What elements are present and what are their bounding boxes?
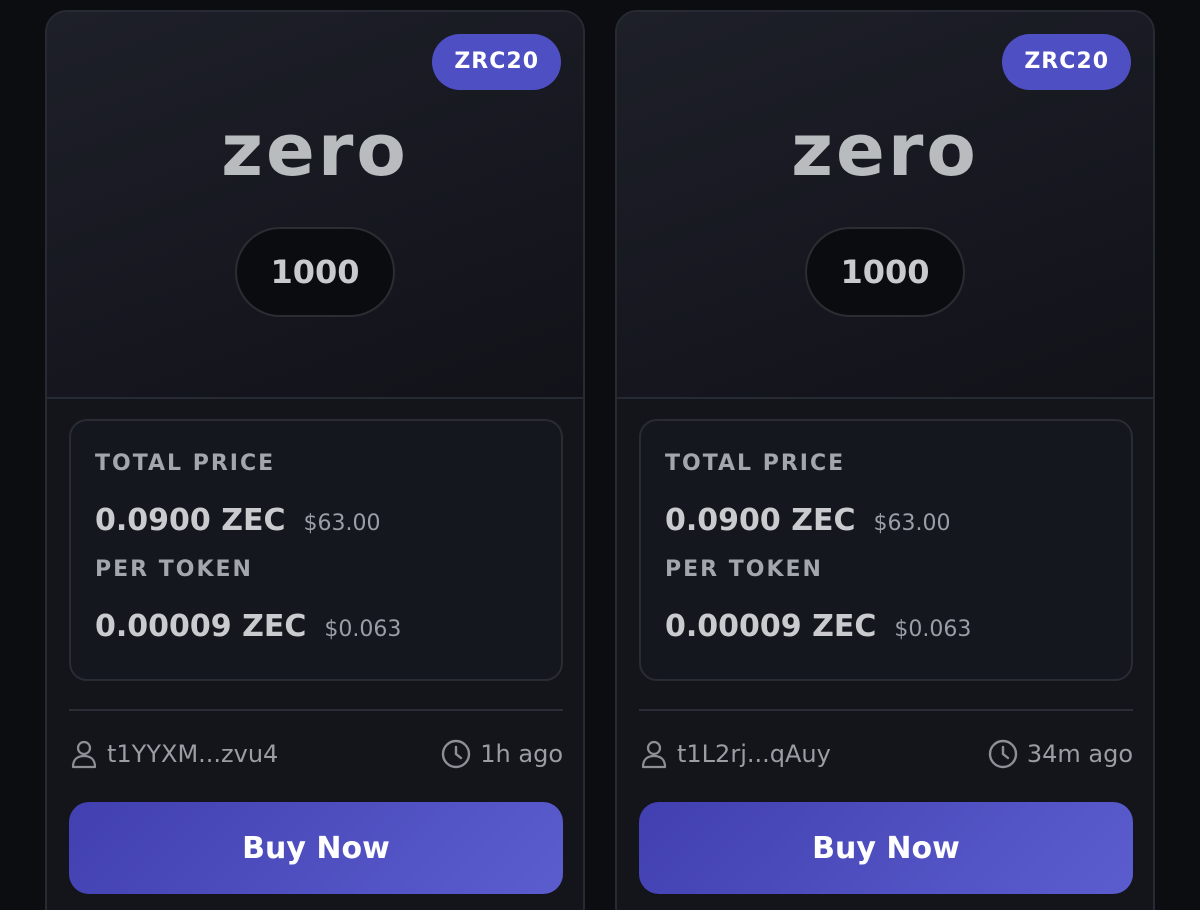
per-token-zec: 0.00009 ZEC [665,609,877,644]
token-standard-badge: ZRC20 [1002,34,1131,90]
seller-address-text: t1L2rj...qAuy [677,740,831,768]
listing-grid: ZRC20 zero 1000 TOTAL PRICE 0.0900 ZEC $… [0,0,1200,910]
listed-time-text: 34m ago [1026,740,1133,768]
price-panel: TOTAL PRICE 0.0900 ZEC $63.00 PER TOKEN … [69,419,563,681]
buy-now-button[interactable]: Buy Now [639,802,1133,894]
total-price-zec: 0.0900 ZEC [665,503,856,538]
per-token-usd: $0.063 [324,617,402,642]
buy-now-button[interactable]: Buy Now [69,802,563,894]
token-preview: ZRC20 zero 1000 [47,12,583,399]
token-amount: 1000 [235,227,395,317]
token-ticker: zero [791,108,979,192]
total-price-label: TOTAL PRICE [95,451,276,476]
per-token-label: PER TOKEN [95,557,253,582]
user-icon [639,739,669,769]
listed-time: 1h ago [440,734,563,774]
clock-icon [987,738,1019,770]
total-price-usd: $63.00 [873,511,951,536]
divider [639,709,1133,711]
per-token-row: 0.00009 ZEC $0.063 [95,609,401,644]
listing-card[interactable]: ZRC20 zero 1000 TOTAL PRICE 0.0900 ZEC $… [45,10,585,910]
seller-address[interactable]: t1YYXM...zvu4 [69,734,278,774]
total-price-zec: 0.0900 ZEC [95,503,286,538]
token-ticker: zero [221,108,409,192]
total-price-row: 0.0900 ZEC $63.00 [665,503,950,538]
per-token-row: 0.00009 ZEC $0.063 [665,609,971,644]
listed-time-text: 1h ago [480,740,563,768]
token-amount: 1000 [805,227,965,317]
per-token-zec: 0.00009 ZEC [95,609,307,644]
clock-icon [440,738,472,770]
listing-meta: t1L2rj...qAuy 34m ago [639,734,1133,774]
user-icon [69,739,99,769]
token-preview: ZRC20 zero 1000 [617,12,1153,399]
listed-time: 34m ago [987,734,1133,774]
divider [69,709,563,711]
price-panel: TOTAL PRICE 0.0900 ZEC $63.00 PER TOKEN … [639,419,1133,681]
per-token-label: PER TOKEN [665,557,823,582]
total-price-label: TOTAL PRICE [665,451,846,476]
total-price-row: 0.0900 ZEC $63.00 [95,503,380,538]
total-price-usd: $63.00 [303,511,381,536]
listing-card[interactable]: ZRC20 zero 1000 TOTAL PRICE 0.0900 ZEC $… [615,10,1155,910]
per-token-usd: $0.063 [894,617,972,642]
seller-address[interactable]: t1L2rj...qAuy [639,734,831,774]
listing-meta: t1YYXM...zvu4 1h ago [69,734,563,774]
token-standard-badge: ZRC20 [432,34,561,90]
seller-address-text: t1YYXM...zvu4 [107,740,279,768]
